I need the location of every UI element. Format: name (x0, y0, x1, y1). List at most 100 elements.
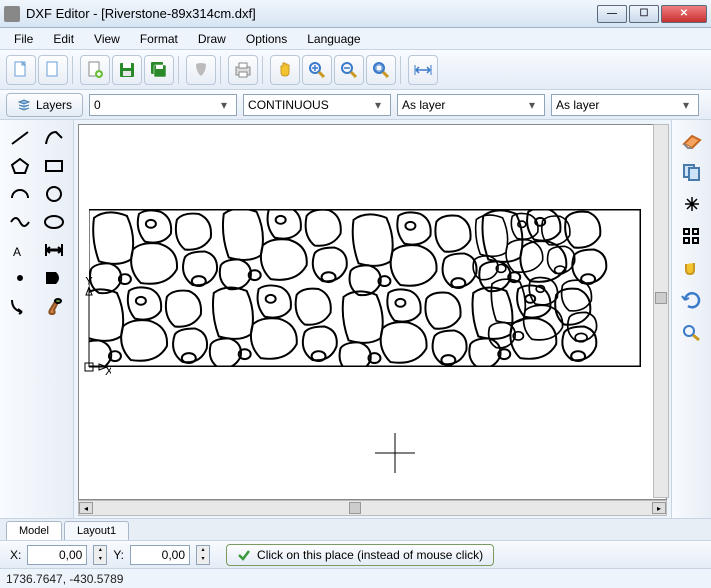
crosshair-cursor (375, 433, 415, 473)
new-file-icon[interactable] (6, 55, 36, 85)
lineweight-dropdown[interactable]: As layer ▾ (551, 94, 699, 116)
close-button[interactable]: ✕ (661, 5, 707, 23)
menu-view[interactable]: View (86, 30, 128, 48)
leader-icon[interactable] (6, 294, 34, 318)
menubar: File Edit View Format Draw Options Langu… (0, 28, 711, 50)
zoom-icon[interactable] (678, 320, 706, 344)
maximize-button[interactable]: ☐ (629, 5, 659, 23)
polygon-icon[interactable] (6, 154, 34, 178)
axis-marker: Y X (81, 277, 111, 377)
eraser-icon[interactable] (678, 128, 706, 152)
drawing-content (89, 209, 641, 367)
layer-value: 0 (94, 98, 216, 112)
drawing-canvas[interactable]: Y X (78, 124, 667, 500)
color-dropdown[interactable]: As layer ▾ (397, 94, 545, 116)
main-toolbar (0, 50, 711, 90)
svg-text:Y: Y (85, 277, 93, 288)
menu-file[interactable]: File (6, 30, 41, 48)
x-spinner[interactable]: ▴▾ (93, 545, 107, 565)
print-icon[interactable] (228, 55, 258, 85)
left-toolbar: A (0, 120, 74, 518)
layers-icon (17, 98, 31, 112)
menu-language[interactable]: Language (299, 30, 368, 48)
linetype-dropdown[interactable]: CONTINUOUS ▾ (243, 94, 391, 116)
layers-button[interactable]: Layers (6, 93, 83, 117)
menu-edit[interactable]: Edit (45, 30, 82, 48)
pan-icon[interactable] (270, 55, 300, 85)
status-bar: 1736.7647, -430.5789 (0, 568, 711, 588)
menu-format[interactable]: Format (132, 30, 186, 48)
paint-icon[interactable] (40, 294, 68, 318)
line-icon[interactable] (6, 126, 34, 150)
text-icon[interactable]: A (6, 238, 34, 262)
ellipse-icon[interactable] (40, 210, 68, 234)
dimension-icon[interactable] (40, 238, 68, 262)
separator (72, 56, 76, 84)
zoom-in-icon[interactable] (302, 55, 332, 85)
window-buttons: — ☐ ✕ (595, 5, 707, 23)
svg-text:A: A (13, 245, 21, 259)
scroll-left-icon[interactable]: ◂ (79, 502, 93, 514)
separator (220, 56, 224, 84)
array-icon[interactable] (678, 224, 706, 248)
work-area: A (0, 120, 711, 518)
open-icon[interactable] (80, 55, 110, 85)
window-title: DXF Editor - [Riverstone-89x314cm.dxf] (26, 6, 595, 21)
layers-label: Layers (36, 98, 72, 112)
circle-icon[interactable] (40, 182, 68, 206)
chevron-down-icon: ▾ (678, 98, 694, 112)
point-icon[interactable] (6, 266, 34, 290)
chevron-down-icon: ▾ (216, 98, 232, 112)
separator (178, 56, 182, 84)
horizontal-scrollbar[interactable]: ◂ ▸ (78, 500, 667, 516)
template-icon[interactable] (186, 55, 216, 85)
property-bar: Layers 0 ▾ CONTINUOUS ▾ As layer ▾ As la… (0, 90, 711, 120)
zoom-window-icon[interactable] (366, 55, 396, 85)
chevron-down-icon: ▾ (370, 98, 386, 112)
spline-icon[interactable] (6, 210, 34, 234)
polyline-icon[interactable] (40, 126, 68, 150)
linetype-value: CONTINUOUS (248, 98, 370, 112)
cursor-position: 1736.7647, -430.5789 (6, 572, 123, 586)
right-toolbar (671, 120, 711, 518)
menu-options[interactable]: Options (238, 30, 295, 48)
arc-icon[interactable] (6, 182, 34, 206)
move-icon[interactable] (678, 256, 706, 280)
scrollbar-thumb[interactable] (655, 292, 667, 304)
separator (262, 56, 266, 84)
zoom-out-icon[interactable] (334, 55, 364, 85)
canvas-wrap: Y X ◂ ▸ (74, 120, 671, 518)
titlebar: DXF Editor - [Riverstone-89x314cm.dxf] —… (0, 0, 711, 28)
hatch-icon[interactable] (40, 266, 68, 290)
check-icon (237, 548, 251, 562)
lineweight-value: As layer (556, 98, 678, 112)
fit-width-icon[interactable] (408, 55, 438, 85)
rotate-icon[interactable] (678, 288, 706, 312)
app-icon (4, 6, 20, 22)
color-value: As layer (402, 98, 524, 112)
save-icon[interactable] (112, 55, 142, 85)
layer-dropdown[interactable]: 0 ▾ (89, 94, 237, 116)
rectangle-icon[interactable] (40, 154, 68, 178)
chevron-down-icon: ▾ (524, 98, 540, 112)
tab-layout1[interactable]: Layout1 (64, 521, 129, 540)
tab-bar: Model Layout1 (0, 518, 711, 540)
coordinate-bar: X: ▴▾ Y: ▴▾ Click on this place (instead… (0, 540, 711, 568)
vertical-scrollbar[interactable] (653, 124, 669, 498)
separator (400, 56, 404, 84)
new-blank-icon[interactable] (38, 55, 68, 85)
menu-draw[interactable]: Draw (190, 30, 234, 48)
explode-icon[interactable] (678, 192, 706, 216)
minimize-button[interactable]: — (597, 5, 627, 23)
tab-model[interactable]: Model (6, 521, 62, 540)
click-place-label: Click on this place (instead of mouse cl… (257, 548, 483, 562)
y-input[interactable] (130, 545, 190, 565)
click-place-button[interactable]: Click on this place (instead of mouse cl… (226, 544, 494, 566)
copy-icon[interactable] (678, 160, 706, 184)
save-all-icon[interactable] (144, 55, 174, 85)
scrollbar-thumb[interactable] (349, 502, 361, 514)
y-spinner[interactable]: ▴▾ (196, 545, 210, 565)
x-input[interactable] (27, 545, 87, 565)
scroll-right-icon[interactable]: ▸ (652, 502, 666, 514)
x-label: X: (10, 548, 21, 562)
